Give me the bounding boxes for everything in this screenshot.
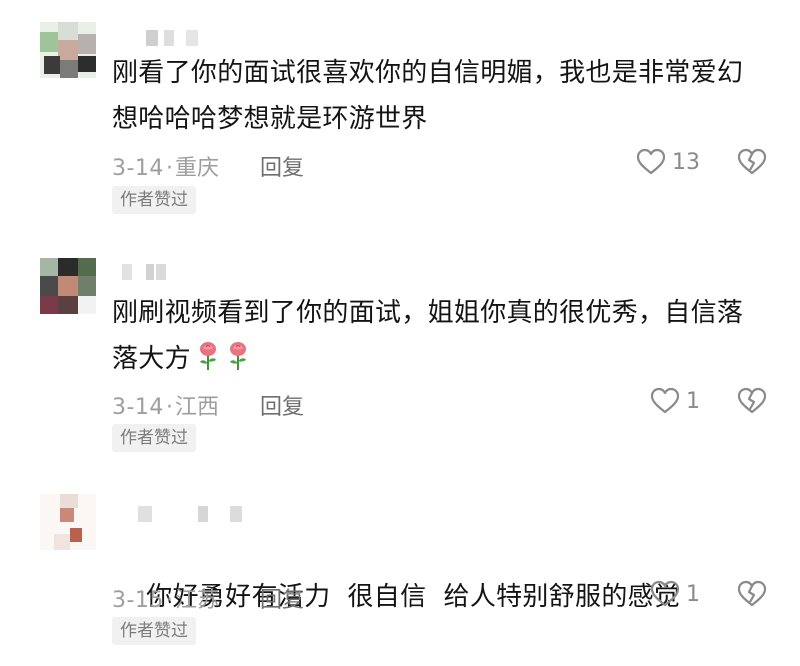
comment-item: 你好勇好有活力 很自信 给人特别舒服的感觉 3-15·江苏 回复 1 作者赞过: [0, 0, 800, 656]
meta-separator: ·: [165, 588, 173, 613]
comment-date: 3-15: [112, 588, 164, 613]
author-liked-badge: 作者赞过: [112, 617, 196, 645]
username-redacted[interactable]: [138, 506, 248, 524]
broken-heart-icon: [736, 580, 768, 608]
avatar[interactable]: [40, 494, 96, 550]
dislike-button[interactable]: [736, 580, 768, 608]
reply-button[interactable]: 回复: [260, 582, 304, 614]
comment-meta: 3-15·江苏: [112, 582, 219, 614]
like-button[interactable]: 1: [650, 580, 700, 608]
like-count: 1: [686, 581, 700, 607]
heart-outline-icon: [650, 580, 680, 608]
comment-location: 江苏: [174, 588, 219, 613]
